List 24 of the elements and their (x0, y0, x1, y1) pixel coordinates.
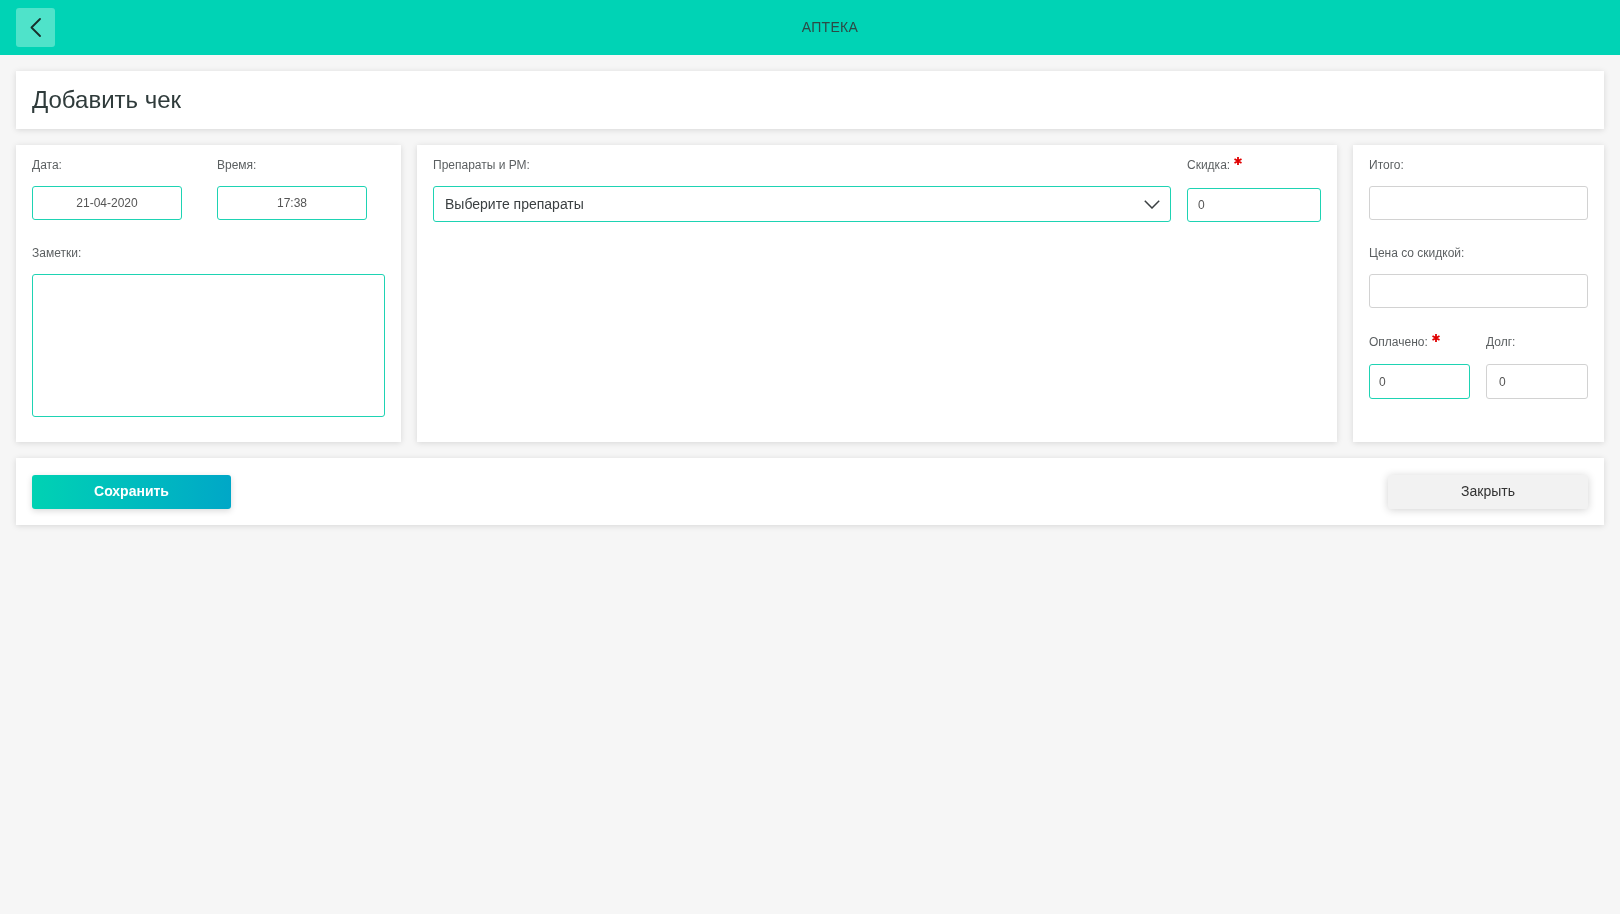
total-field[interactable] (1369, 186, 1588, 220)
discount-field[interactable]: 0 (1187, 188, 1321, 222)
field-label: Цена со скидкой: (1369, 246, 1465, 260)
chevron-down-icon (1144, 199, 1160, 209)
paid-field[interactable]: 0 (1369, 364, 1470, 399)
field-label: Время: (217, 158, 257, 172)
date-field[interactable]: 21-04-2020 (32, 186, 182, 220)
debt-field[interactable]: 0 (1486, 364, 1588, 399)
close-button[interactable]: Закрыть (1388, 474, 1588, 509)
discounted-price-field[interactable] (1369, 274, 1588, 308)
time-field[interactable]: 17:38 (217, 186, 367, 220)
app-title: АПТЕКА (801, 18, 859, 37)
field-label: Итого: (1369, 158, 1404, 172)
field-label: Дата: (32, 158, 62, 172)
field-label: Долг: (1486, 335, 1516, 349)
notes-field[interactable] (32, 274, 385, 417)
back-button[interactable] (16, 8, 55, 47)
medicines-dropdown[interactable]: Выберите препараты (433, 186, 1171, 222)
field-label: Скидка: (1187, 158, 1231, 172)
field-label: Оплачено: (1369, 335, 1428, 349)
field-label: Заметки: (32, 246, 82, 260)
page-title: Добавить чек (32, 85, 182, 115)
field-label: Препараты и РМ: (433, 158, 530, 172)
chevron-left-icon (30, 18, 41, 37)
